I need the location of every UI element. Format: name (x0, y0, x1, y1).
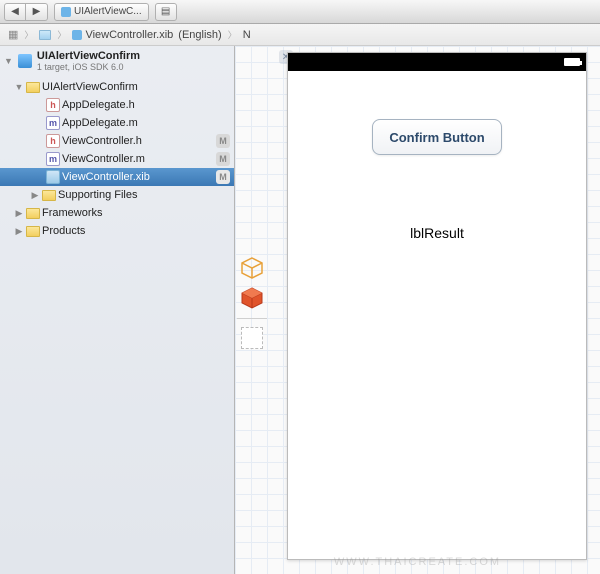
scm-status-badge: M (216, 152, 230, 166)
back-button[interactable]: ◀ (4, 3, 26, 21)
ios-view-canvas[interactable]: Confirm Button lblResult (287, 52, 587, 560)
folder-icon (26, 208, 40, 219)
breadcrumb-tail[interactable]: N (239, 29, 255, 41)
breadcrumb-separator-icon: 〉 (228, 28, 237, 41)
xib-file-icon (46, 170, 60, 184)
tree-item-label: ViewController.h (62, 135, 142, 147)
watermark-text: WWW.THAICREATE.COM (334, 556, 501, 568)
folder-icon (42, 190, 56, 201)
folder-icon (26, 226, 40, 237)
project-navigator: ▼ UIAlertViewConfirm 1 target, iOS SDK 6… (0, 46, 235, 574)
xib-file-icon (61, 7, 71, 17)
tree-item-label: Supporting Files (58, 189, 138, 201)
project-title: UIAlertViewConfirm (37, 50, 140, 62)
status-bar (288, 53, 586, 71)
view-placeholder-icon[interactable] (241, 327, 263, 349)
disclosure-triangle-icon[interactable]: ▶ (30, 190, 40, 201)
files-owner-icon[interactable] (240, 256, 264, 280)
tree-group-products[interactable]: ▶ Products (0, 222, 234, 240)
folder-icon (39, 30, 51, 40)
result-label[interactable]: lblResult (288, 225, 586, 241)
header-file-icon: h (46, 134, 60, 148)
confirm-button-label: Confirm Button (389, 130, 484, 145)
folder-icon (26, 82, 40, 93)
dock-separator (237, 318, 267, 319)
file-tree: ▼ UIAlertViewConfirm h AppDelegate.h m A… (0, 76, 234, 240)
project-subtitle: 1 target, iOS SDK 6.0 (37, 62, 140, 72)
first-responder-cube-icon[interactable] (240, 286, 264, 310)
scm-status-badge: M (216, 134, 230, 148)
tree-item-label: AppDelegate.h (62, 99, 135, 111)
breadcrumb-separator-icon: 〉 (57, 28, 66, 41)
disclosure-triangle-icon[interactable]: ▶ (14, 226, 24, 237)
tree-file[interactable]: m ViewController.m M (0, 150, 234, 168)
recent-files-button[interactable]: ▤ (155, 3, 177, 21)
tree-item-label: Frameworks (42, 207, 103, 219)
disclosure-triangle-icon[interactable]: ▶ (14, 208, 24, 219)
nav-history-segment: ◀ ▶ (4, 3, 48, 21)
jump-bar[interactable]: ▦ 〉 〉 ViewController.xib (English) 〉 N (0, 24, 600, 46)
related-items-icon: ▦ (8, 28, 18, 41)
editor-tab[interactable]: UIAlertViewC... (54, 3, 149, 21)
tree-item-label: UIAlertViewConfirm (42, 81, 138, 93)
tree-item-label: ViewController.m (62, 153, 145, 165)
header-file-icon: h (46, 98, 60, 112)
breadcrumb-file-locale: (English) (178, 29, 221, 41)
confirm-button[interactable]: Confirm Button (372, 119, 502, 155)
tree-group-frameworks[interactable]: ▶ Frameworks (0, 204, 234, 222)
document-outline-dock (237, 256, 267, 349)
xib-file-icon (72, 30, 82, 40)
breadcrumb-separator-icon: 〉 (24, 28, 33, 41)
tree-file[interactable]: h ViewController.h M (0, 132, 234, 150)
tree-item-label: Products (42, 225, 85, 237)
impl-file-icon: m (46, 152, 60, 166)
impl-file-icon: m (46, 116, 60, 130)
breadcrumb-file-label: ViewController.xib (85, 29, 173, 41)
scm-status-badge: M (216, 170, 230, 184)
tree-item-label: AppDelegate.m (62, 117, 138, 129)
disclosure-triangle-icon[interactable]: ▼ (4, 56, 13, 66)
breadcrumb-tail-label: N (243, 29, 251, 41)
breadcrumb-folder[interactable] (35, 30, 55, 40)
breadcrumb-file[interactable]: ViewController.xib (English) (68, 29, 225, 41)
tree-item-label: ViewController.xib (62, 171, 150, 183)
tree-file[interactable]: h AppDelegate.h (0, 96, 234, 114)
top-toolbar: ◀ ▶ UIAlertViewC... ▤ (0, 0, 600, 24)
project-icon (18, 54, 32, 68)
tree-group-root[interactable]: ▼ UIAlertViewConfirm (0, 78, 234, 96)
tree-group-supporting[interactable]: ▶ Supporting Files (0, 186, 234, 204)
battery-icon (564, 58, 580, 66)
result-label-text: lblResult (410, 225, 464, 241)
disclosure-triangle-icon[interactable]: ▼ (14, 82, 24, 92)
tree-file-selected[interactable]: ViewController.xib M (0, 168, 234, 186)
project-header[interactable]: ▼ UIAlertViewConfirm 1 target, iOS SDK 6… (0, 46, 234, 76)
forward-button[interactable]: ▶ (26, 3, 48, 21)
tree-file[interactable]: m AppDelegate.m (0, 114, 234, 132)
breadcrumb-related-items[interactable]: ▦ (4, 28, 22, 41)
interface-builder-canvas[interactable]: ✕ Confirm Button l (235, 46, 600, 574)
editor-tab-label: UIAlertViewC... (74, 6, 142, 17)
